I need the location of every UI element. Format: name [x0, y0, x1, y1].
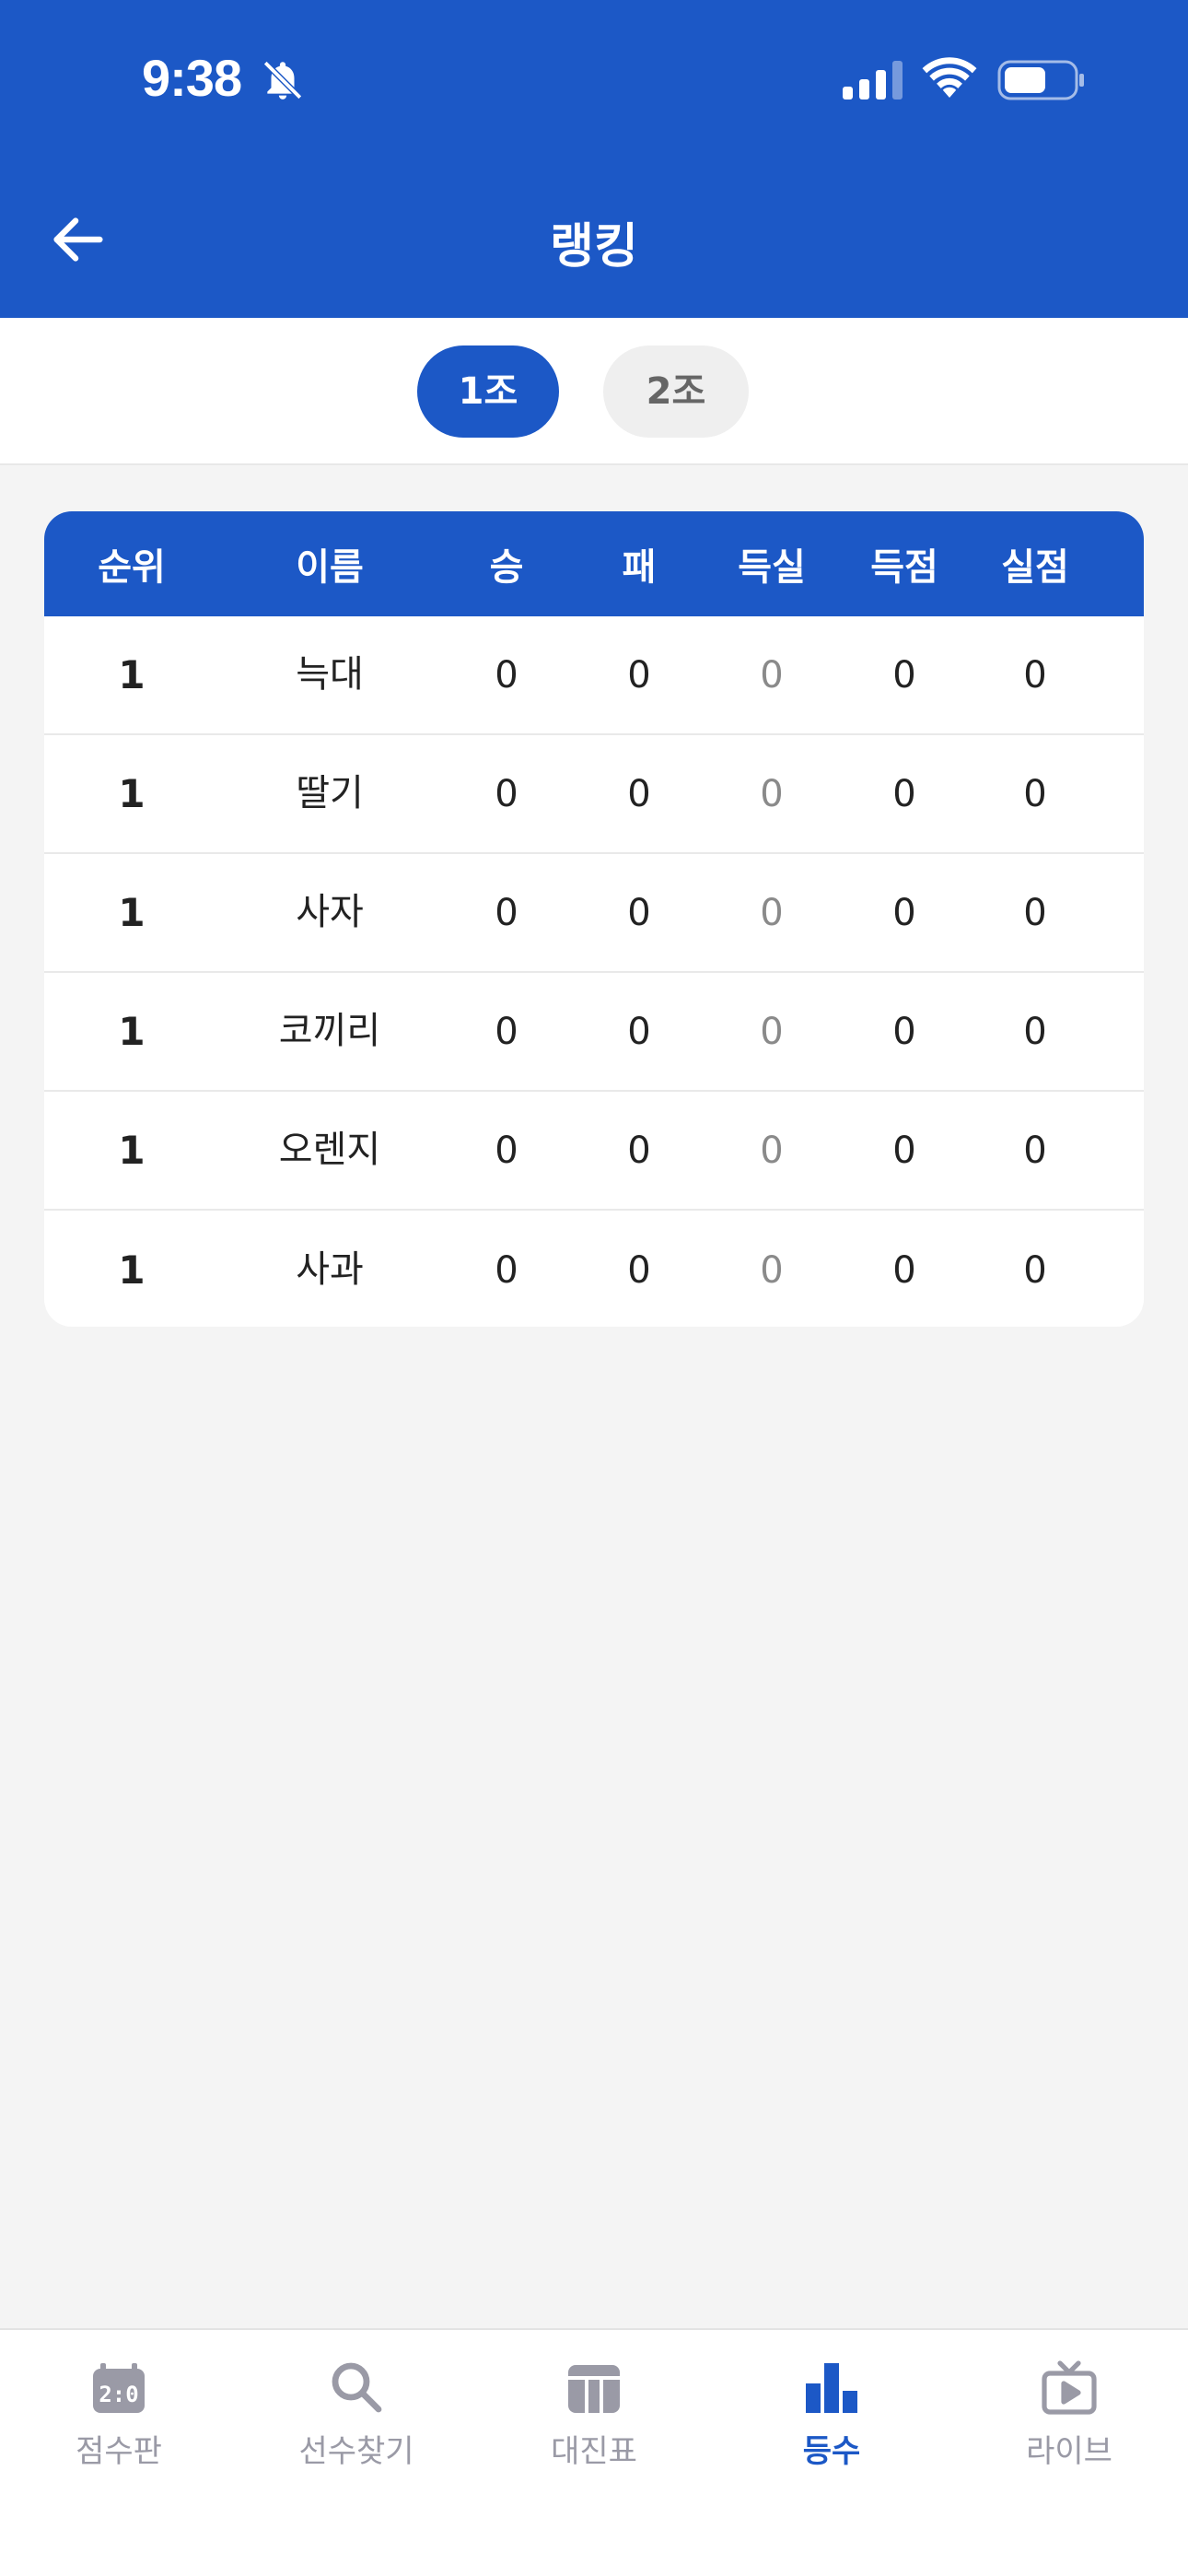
nav-bracket[interactable]: 대진표: [475, 2358, 713, 2471]
loss-cell: 0: [627, 1129, 651, 1172]
scored-cell: 0: [892, 891, 916, 934]
win-cell: 0: [495, 1129, 518, 1172]
column-header-scored: 득점: [870, 546, 938, 589]
bottom-nav: 2:0 점수판 선수찾기 대진표 등수 라이브: [0, 2328, 1188, 2576]
conceded-cell: 0: [1023, 653, 1047, 697]
column-header-rank: 순위: [98, 546, 166, 589]
nav-label-scoreboard: 점수판: [76, 2433, 162, 2470]
table-row[interactable]: 1 사과 0 0 0 0 0: [44, 1211, 1144, 1327]
nav-label-bracket: 대진표: [551, 2433, 637, 2470]
rank-cell: 1: [118, 1247, 146, 1293]
diff-cell: 0: [760, 653, 784, 697]
loss-cell: 0: [627, 653, 651, 697]
diff-cell: 0: [760, 891, 784, 934]
win-cell: 0: [495, 1248, 518, 1292]
column-header-loss: 패: [622, 546, 657, 589]
conceded-cell: 0: [1023, 1010, 1047, 1053]
name-cell: 늑대: [296, 652, 364, 696]
svg-text:2:0: 2:0: [99, 2382, 138, 2407]
bracket-icon: [568, 2365, 620, 2413]
tab-group-1[interactable]: 1조: [417, 345, 559, 438]
rank-cell: 1: [118, 652, 146, 697]
name-cell: 코끼리: [278, 1009, 381, 1052]
conceded-cell: 0: [1023, 1129, 1047, 1172]
table-header: 순위 이름 승 패 득실 득점 실점: [44, 511, 1144, 616]
battery-icon: [997, 60, 1084, 100]
bell-off-icon: [262, 60, 303, 100]
table-row[interactable]: 1 사자 0 0 0 0 0: [44, 854, 1144, 973]
ranking-table: 순위 이름 승 패 득실 득점 실점 1 늑대 0 0 0 0 0 1 딸기 0…: [44, 511, 1144, 1327]
table-row[interactable]: 1 딸기 0 0 0 0 0: [44, 735, 1144, 854]
rank-cell: 1: [118, 771, 146, 816]
win-cell: 0: [495, 772, 518, 815]
loss-cell: 0: [627, 1248, 651, 1292]
conceded-cell: 0: [1023, 1248, 1047, 1292]
scoreboard-icon: 2:0: [93, 2363, 145, 2413]
column-header-conceded: 실점: [1001, 546, 1069, 589]
rank-cell: 1: [118, 1009, 146, 1054]
win-cell: 0: [495, 653, 518, 697]
table-row[interactable]: 1 코끼리 0 0 0 0 0: [44, 973, 1144, 1092]
diff-cell: 0: [760, 1248, 784, 1292]
search-icon: [332, 2362, 382, 2413]
scored-cell: 0: [892, 653, 916, 697]
win-cell: 0: [495, 891, 518, 934]
group-tabs: 1조 2조: [0, 318, 1188, 465]
scored-cell: 0: [892, 1010, 916, 1053]
name-cell: 사자: [296, 890, 364, 933]
app-header: 9:38 랭킹: [0, 0, 1188, 318]
nav-player-search[interactable]: 선수찾기: [238, 2358, 475, 2471]
conceded-cell: 0: [1023, 891, 1047, 934]
name-cell: 오렌지: [278, 1128, 381, 1171]
tab-group-2[interactable]: 2조: [603, 345, 749, 438]
signal-icon: [843, 61, 903, 100]
scored-cell: 0: [892, 772, 916, 815]
name-cell: 사과: [296, 1247, 364, 1291]
name-cell: 딸기: [296, 771, 364, 814]
nav-scoreboard[interactable]: 2:0 점수판: [0, 2358, 238, 2471]
diff-cell: 0: [760, 1010, 784, 1053]
ranking-screen: 9:38 랭킹 1조 2조 순위 이름 승 패 득실 득점 실점 1 늑대 0 …: [0, 0, 1188, 2576]
table-row[interactable]: 1 늑대 0 0 0 0 0: [44, 616, 1144, 735]
loss-cell: 0: [627, 891, 651, 934]
rank-cell: 1: [118, 890, 146, 935]
loss-cell: 0: [627, 1010, 651, 1053]
loss-cell: 0: [627, 772, 651, 815]
status-time: 9:38: [142, 49, 242, 107]
rank-cell: 1: [118, 1128, 146, 1173]
win-cell: 0: [495, 1010, 518, 1053]
scored-cell: 0: [892, 1129, 916, 1172]
wifi-icon: [922, 57, 977, 98]
scored-cell: 0: [892, 1248, 916, 1292]
table-row[interactable]: 1 오렌지 0 0 0 0 0: [44, 1092, 1144, 1211]
page-title: 랭킹: [550, 219, 638, 275]
column-header-win: 승: [489, 546, 524, 589]
column-header-name: 이름: [296, 546, 364, 589]
column-header-diff: 득실: [738, 546, 806, 589]
diff-cell: 0: [760, 772, 784, 815]
nav-label-live: 라이브: [1026, 2433, 1112, 2470]
nav-standings[interactable]: 등수: [713, 2358, 950, 2471]
nav-live[interactable]: 라이브: [950, 2358, 1188, 2471]
nav-label-standings: 등수: [802, 2433, 861, 2470]
conceded-cell: 0: [1023, 772, 1047, 815]
diff-cell: 0: [760, 1129, 784, 1172]
bar-chart-icon: [806, 2363, 857, 2413]
live-tv-icon: [1042, 2360, 1097, 2415]
nav-label-player-search: 선수찾기: [298, 2433, 414, 2470]
